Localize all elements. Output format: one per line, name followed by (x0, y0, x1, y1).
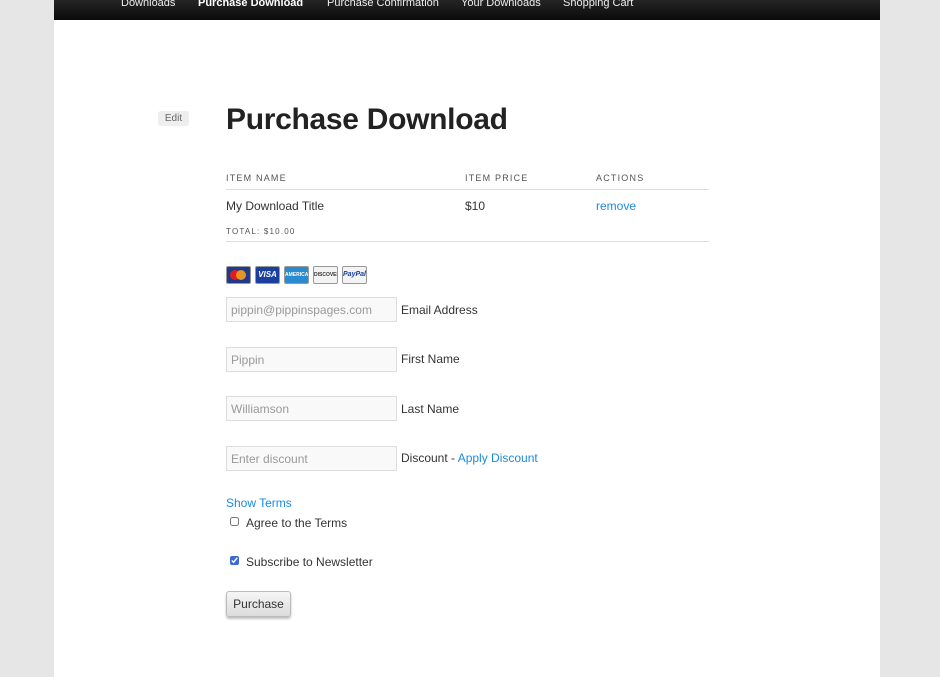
show-terms-link[interactable]: Show Terms (226, 496, 292, 510)
nav-item-your-downloads[interactable]: Your Downloads (461, 0, 541, 10)
first-name-field[interactable] (226, 347, 397, 372)
discover-icon: DISCOVER (313, 266, 338, 284)
cart-total: TOTAL: $10.00 (226, 227, 296, 236)
amex-icon: AMERICAN EXPRESS (284, 266, 309, 284)
item-name-cell: My Download Title (226, 199, 325, 213)
remove-item-link[interactable]: remove (596, 199, 636, 213)
purchase-button[interactable]: Purchase (226, 591, 291, 617)
agree-terms-checkbox[interactable] (230, 517, 239, 526)
nav-item-purchase-confirmation[interactable]: Purchase Confirmation (327, 0, 439, 10)
apply-discount-link[interactable]: Apply Discount (458, 451, 538, 465)
discount-label: Discount - (401, 451, 456, 465)
top-navigation: Downloads Purchase Download Purchase Con… (54, 0, 880, 20)
page-title: Purchase Download (226, 103, 508, 136)
paypal-icon: PayPal (342, 266, 367, 284)
edit-link[interactable]: Edit (158, 111, 189, 126)
nav-item-downloads[interactable]: Downloads (121, 0, 175, 10)
visa-icon: VISA (255, 266, 280, 284)
table-header-divider (226, 189, 709, 190)
page-container: Downloads Purchase Download Purchase Con… (54, 0, 880, 677)
first-name-label: First Name (401, 352, 460, 366)
last-name-label: Last Name (401, 402, 460, 416)
mastercard-icon (226, 266, 251, 284)
table-footer-divider (226, 241, 709, 242)
discount-label-group: Discount - Apply Discount (401, 451, 538, 465)
email-field[interactable] (226, 297, 397, 322)
discount-field[interactable] (226, 446, 397, 471)
column-header-item-name: ITEM NAME (226, 173, 287, 183)
newsletter-label: Subscribe to Newsletter (246, 555, 373, 569)
agree-terms-label: Agree to the Terms (246, 516, 348, 530)
nav-item-shopping-cart[interactable]: Shopping Cart (563, 0, 633, 10)
column-header-item-price: ITEM PRICE (465, 173, 529, 183)
column-header-actions: ACTIONS (596, 173, 645, 183)
nav-item-purchase-download[interactable]: Purchase Download (198, 0, 303, 10)
newsletter-checkbox[interactable] (230, 556, 239, 565)
last-name-field[interactable] (226, 396, 397, 421)
email-label: Email Address (401, 303, 478, 317)
item-price-cell: $10 (465, 199, 486, 213)
